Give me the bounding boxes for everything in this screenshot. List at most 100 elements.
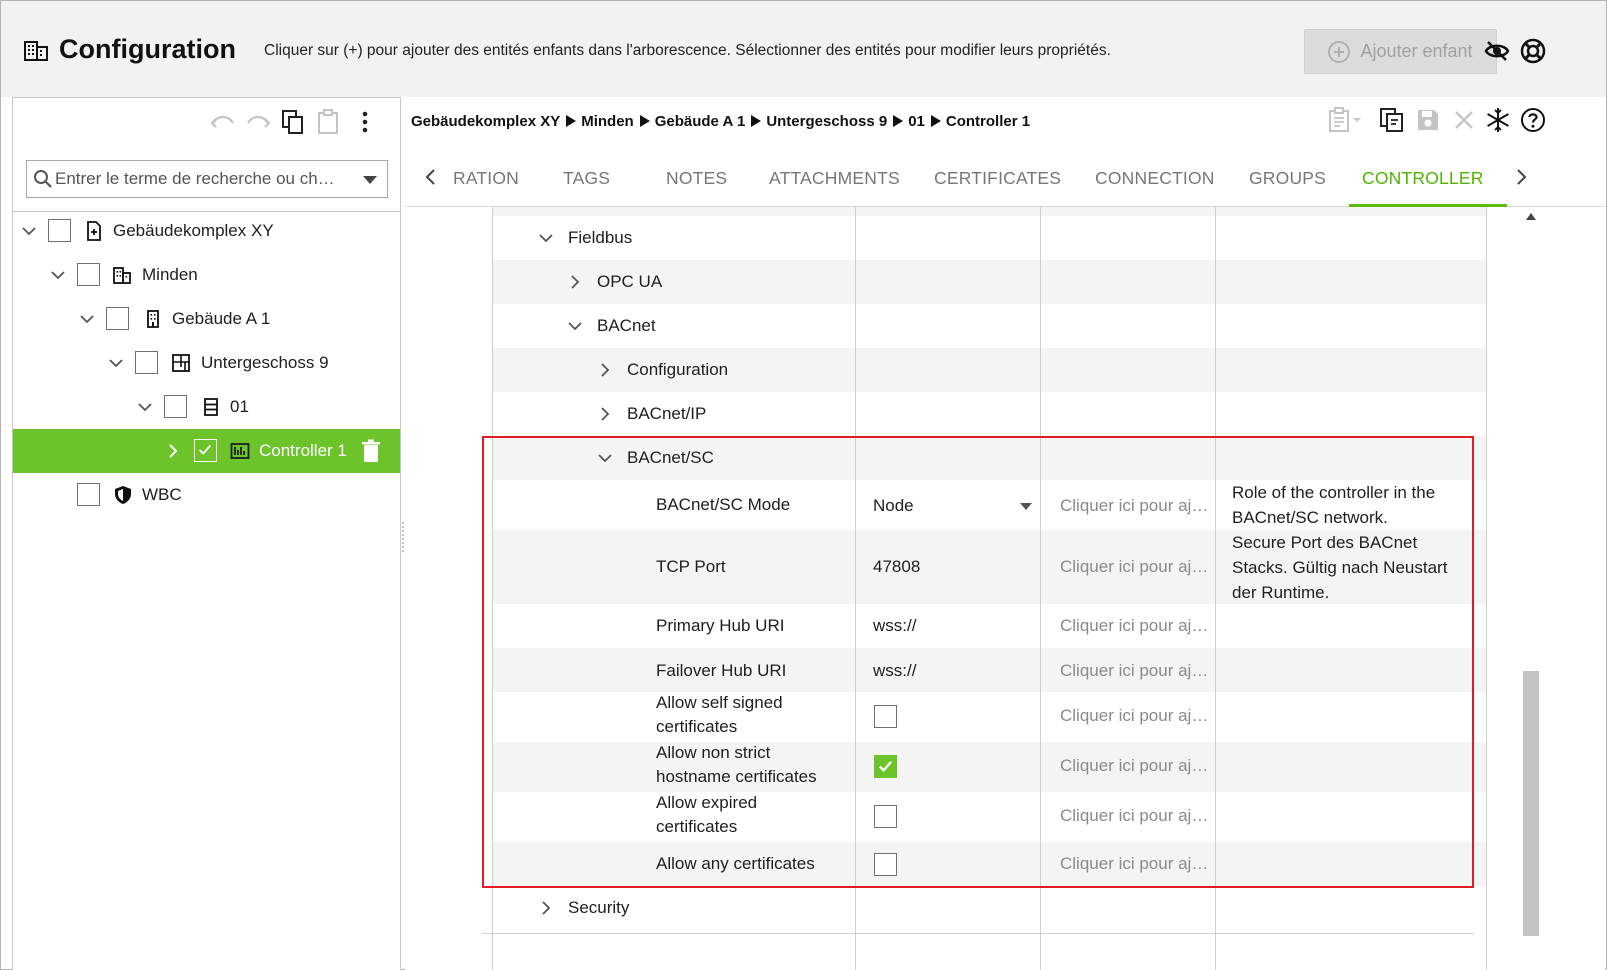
chevron-right-icon[interactable] (165, 443, 181, 459)
tree-item-wbc[interactable]: WBC (13, 473, 400, 517)
grid-row-failover-hub-uri: Failover Hub URI wss:// Cliquer ici pour… (493, 648, 1486, 692)
grid-group-bacnet-ip[interactable]: BACnet/IP (493, 392, 1486, 436)
group-label: BACnet/SC (627, 448, 714, 467)
tree-item-gebaeude-a1[interactable]: Gebäude A 1 (13, 297, 400, 341)
tcp-port-value[interactable]: 47808 (873, 557, 920, 577)
value-placeholder[interactable]: Cliquer ici pour aj… (1060, 616, 1208, 636)
chevron-right-icon[interactable] (538, 900, 554, 916)
tree-search[interactable] (26, 160, 388, 198)
chevron-down-icon[interactable] (108, 355, 124, 371)
grid-row-bacnet-sc-mode: BACnet/SC Mode Node Cliquer ici pour aj…… (493, 480, 1486, 530)
property-name: BACnet/SC Mode (656, 495, 791, 514)
grid-group-fieldbus[interactable]: Fieldbus (493, 216, 1486, 260)
property-name: Allow any certificates (656, 854, 815, 873)
scroll-up-icon[interactable] (1526, 213, 1536, 220)
tab-connection[interactable]: CONNECTION (1095, 168, 1215, 189)
tab-groups[interactable]: GROUPS (1249, 168, 1326, 189)
value-placeholder[interactable]: Cliquer ici pour aj… (1060, 496, 1208, 516)
breadcrumb-item[interactable]: 01 (908, 113, 925, 130)
tree-checkbox[interactable] (77, 263, 100, 286)
tree-checkbox[interactable] (48, 219, 71, 242)
tree-checkbox[interactable] (106, 307, 129, 330)
save-icon[interactable] (1415, 107, 1441, 133)
property-name-line2: hostname certificates (656, 767, 817, 786)
redo-icon[interactable] (245, 109, 271, 135)
tree-item-label: WBC (142, 485, 182, 504)
clipboard-dropdown-icon[interactable] (1327, 107, 1365, 133)
value-placeholder[interactable]: Cliquer ici pour aj… (1060, 706, 1208, 726)
tab-tags[interactable]: TAGS (563, 168, 610, 189)
failover-hub-uri-value[interactable]: wss:// (873, 661, 916, 681)
value-placeholder[interactable]: Cliquer ici pour aj… (1060, 557, 1208, 577)
help-icon[interactable] (1520, 107, 1546, 133)
more-vertical-icon[interactable] (352, 109, 378, 135)
tree-checkbox[interactable] (77, 483, 100, 506)
value-placeholder[interactable]: Cliquer ici pour aj… (1060, 806, 1208, 826)
grid-group-security[interactable]: Security (493, 886, 1486, 930)
eye-off-icon[interactable] (1484, 38, 1510, 64)
close-icon[interactable] (1451, 107, 1477, 133)
chevron-down-icon[interactable] (79, 311, 95, 327)
undo-icon[interactable] (210, 109, 236, 135)
trash-icon[interactable] (361, 439, 381, 463)
chevron-down-icon[interactable] (538, 230, 554, 246)
tree-item-label: Gebäudekomplex XY (113, 221, 274, 240)
chevron-right-icon[interactable] (597, 406, 613, 422)
allow-expired-checkbox[interactable] (874, 805, 897, 828)
value-placeholder[interactable]: Cliquer ici pour aj… (1060, 661, 1208, 681)
scrollbar-thumb[interactable] (1523, 671, 1539, 936)
tab-configuration[interactable]: RATION (453, 168, 519, 189)
copy-icon[interactable] (280, 109, 306, 135)
chevron-down-icon[interactable] (137, 399, 153, 415)
snowflake-icon[interactable] (1485, 107, 1511, 133)
tree-item-controller-1[interactable]: Controller 1 (13, 429, 400, 473)
tree-item-gebaeudekomplex[interactable]: Gebäudekomplex XY (13, 209, 400, 253)
grid-group-bacnet-sc[interactable]: BACnet/SC (493, 436, 1486, 480)
chevron-right-icon[interactable] (1512, 167, 1530, 187)
mode-select-value[interactable]: Node (873, 496, 914, 516)
breadcrumb-item[interactable]: Gebäudekomplex XY (411, 113, 560, 130)
search-dropdown-icon[interactable] (363, 176, 377, 184)
chevron-down-icon[interactable] (597, 450, 613, 466)
breadcrumb-item[interactable]: Untergeschoss 9 (766, 113, 887, 130)
add-child-button[interactable]: Ajouter enfant (1304, 29, 1497, 74)
breadcrumb-separator-icon (566, 115, 577, 127)
chevron-right-icon[interactable] (597, 362, 613, 378)
tree-item-untergeschoss[interactable]: Untergeschoss 9 (13, 341, 400, 385)
property-description: Secure Port des BACnet Stacks. Gültig na… (1232, 533, 1448, 602)
chevron-left-icon[interactable] (422, 167, 440, 187)
tab-notes[interactable]: NOTES (666, 168, 727, 189)
grid-group-opcua[interactable]: OPC UA (493, 260, 1486, 304)
tab-controller[interactable]: CONTROLLER (1362, 168, 1484, 189)
chevron-down-icon[interactable] (567, 318, 583, 334)
tree-checkbox[interactable] (135, 351, 158, 374)
primary-hub-uri-value[interactable]: wss:// (873, 616, 916, 636)
vertical-scrollbar[interactable] (1521, 205, 1541, 938)
tab-attachments[interactable]: ATTACHMENTS (769, 168, 900, 189)
tree-checkbox[interactable] (164, 395, 187, 418)
dropdown-arrow-icon[interactable] (1020, 503, 1032, 510)
allow-self-signed-checkbox[interactable] (874, 705, 897, 728)
tree-checkbox-checked[interactable] (194, 439, 217, 462)
grid-group-bacnet[interactable]: BACnet (493, 304, 1486, 348)
tab-certificates[interactable]: CERTIFICATES (934, 168, 1061, 189)
tree-item-01[interactable]: 01 (13, 385, 400, 429)
breadcrumb-item[interactable]: Minden (581, 113, 634, 130)
chevron-down-icon[interactable] (50, 267, 66, 283)
breadcrumb-item[interactable]: Controller 1 (946, 113, 1030, 130)
property-name: Primary Hub URI (656, 616, 785, 635)
paste-icon[interactable] (315, 109, 341, 135)
chevron-down-icon[interactable] (21, 223, 37, 239)
allow-any-checkbox[interactable] (874, 853, 897, 876)
plus-circle-icon (1328, 40, 1351, 63)
lifebuoy-icon[interactable] (1520, 38, 1546, 64)
tree-item-minden[interactable]: Minden (13, 253, 400, 297)
breadcrumb-item[interactable]: Gebäude A 1 (655, 113, 746, 130)
value-placeholder[interactable]: Cliquer ici pour aj… (1060, 854, 1208, 874)
chevron-right-icon[interactable] (567, 274, 583, 290)
value-placeholder[interactable]: Cliquer ici pour aj… (1060, 756, 1208, 776)
copy-properties-icon[interactable] (1379, 107, 1405, 133)
search-input[interactable] (55, 165, 355, 193)
grid-group-configuration[interactable]: Configuration (493, 348, 1486, 392)
allow-non-strict-checkbox[interactable] (874, 755, 897, 778)
